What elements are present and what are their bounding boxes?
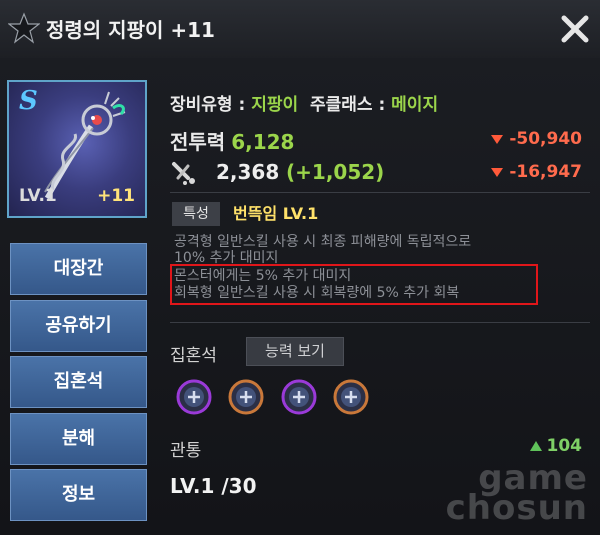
highlight-box — [170, 264, 538, 305]
soulstone-slot[interactable] — [281, 379, 317, 415]
power-value: 6,128 — [231, 130, 295, 154]
item-title: 정령의 지팡이 +11 — [46, 18, 215, 42]
pierce-value: 104 — [529, 436, 583, 456]
soulstone-label: 집혼석 — [170, 346, 217, 366]
share-button[interactable]: 공유하기 — [10, 300, 147, 352]
attack-bonus: (+1,052) — [286, 160, 385, 184]
enhance-level: +11 — [97, 186, 135, 206]
power-label: 전투력 — [170, 130, 226, 154]
subclass-label: 주클래스 : — [309, 95, 392, 115]
divider — [170, 192, 590, 193]
view-ability-button[interactable]: 능력 보기 — [246, 337, 344, 366]
watermark-line: chosun — [445, 488, 588, 528]
watermark-logo: game chosun — [418, 458, 588, 528]
star-icon — [8, 12, 40, 44]
trait-tag: 특성 — [172, 202, 220, 226]
trait-desc-line: 공격형 일반스킬 사용 시 최종 피해량에 독립적으로 — [174, 234, 472, 250]
trait-name: 번뜩임 LV.1 — [233, 204, 319, 223]
type-value: 지팡이 — [251, 95, 299, 115]
divider — [170, 322, 590, 323]
type-label: 장비유형 : — [170, 95, 252, 115]
pierce-value-text: 104 — [546, 436, 583, 456]
decrease-icon — [491, 167, 504, 177]
item-icon: S LV.1 +11 — [7, 80, 147, 218]
decrease-icon — [491, 134, 504, 144]
level-text: LV.1 /30 — [170, 474, 257, 498]
attack-icon — [172, 162, 195, 185]
disassemble-button[interactable]: 분해 — [10, 413, 147, 465]
item-level: LV.1 — [19, 186, 57, 206]
attack-diff-value: -16,947 — [509, 162, 582, 182]
pierce-label: 관통 — [170, 441, 202, 461]
grade-badge: S — [19, 86, 38, 116]
close-icon[interactable] — [558, 12, 592, 46]
attack-value: 2,368 — [216, 160, 280, 184]
forge-button[interactable]: 대장간 — [10, 243, 147, 295]
info-button[interactable]: 정보 — [10, 469, 147, 521]
soulstone-slot[interactable] — [228, 379, 264, 415]
title-bar: 정령의 지팡이 +11 — [0, 0, 600, 59]
power-diff-value: -50,940 — [509, 129, 582, 149]
combat-power-row: 전투력 6,128 — [170, 126, 294, 155]
soulstone-slot[interactable] — [176, 379, 212, 415]
power-diff: -50,940 — [491, 129, 582, 149]
increase-icon — [529, 441, 542, 451]
attack-diff: -16,947 — [491, 162, 582, 182]
subclass-value: 메이지 — [391, 95, 439, 115]
soulstone-button[interactable]: 집혼석 — [10, 356, 147, 408]
equipment-type-row: 장비유형 : 지팡이 주클래스 : 메이지 — [170, 90, 438, 115]
soulstone-slot[interactable] — [333, 379, 369, 415]
